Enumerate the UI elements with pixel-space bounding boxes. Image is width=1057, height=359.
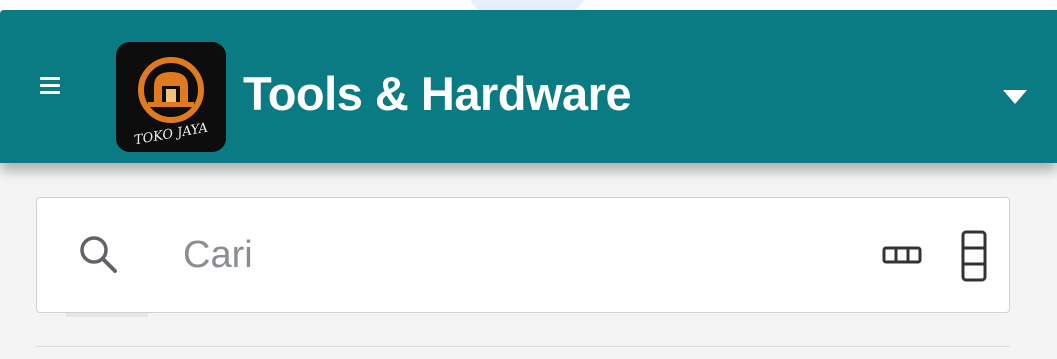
vertical-layout-icon[interactable] [961,230,987,282]
app-bar: TOKO JAYA Tools & Hardware [0,10,1057,163]
triangle-down-icon[interactable] [1001,87,1029,107]
search-icon[interactable] [77,233,119,275]
store-logo-image: TOKO JAYA [116,42,226,152]
store-logo: TOKO JAYA [116,42,226,152]
app-title: Tools & Hardware [243,67,632,120]
hamburger-menu-icon[interactable] [38,73,64,99]
horizontal-layout-icon[interactable] [882,245,922,265]
app-screen: TOKO JAYA Tools & Hardware [0,0,1057,359]
search-bar[interactable] [36,197,1010,313]
list-item-shadow [66,313,148,317]
search-input[interactable] [183,229,783,281]
divider [36,346,1010,347]
